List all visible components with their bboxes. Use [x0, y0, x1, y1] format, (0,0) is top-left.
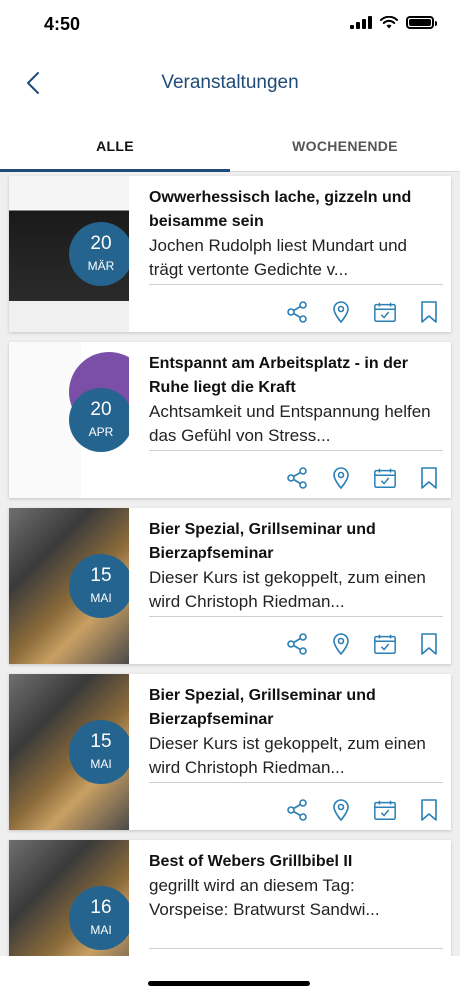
date-month: APR [88, 425, 114, 439]
divider [149, 450, 443, 451]
event-title: Entspannt am Arbeitsplatz - in der Ruhe … [149, 355, 408, 396]
date-day: 16 [90, 897, 112, 918]
location-pin-icon[interactable] [329, 466, 353, 490]
event-actions [285, 798, 441, 822]
event-image: 15 MAI [9, 508, 129, 664]
event-title: Bier Spezial, Grillseminar und Bierzapfs… [149, 687, 376, 728]
divider [149, 616, 443, 617]
home-indicator[interactable] [148, 981, 310, 986]
tab-wochenende[interactable]: WOCHENENDE [230, 116, 460, 171]
bookmark-icon[interactable] [417, 632, 441, 656]
share-icon[interactable] [285, 632, 309, 656]
calendar-icon[interactable] [373, 300, 397, 324]
signal-icon [350, 16, 372, 29]
event-description: gegrillt wird an diesem Tag: Vorspeise: … [149, 876, 380, 919]
event-description: Dieser Kurs ist gekoppelt, zum einen wir… [149, 734, 426, 777]
event-card[interactable]: 15 MAI Bier Spezial, Grillseminar und Bi… [9, 674, 451, 830]
event-description: Dieser Kurs ist gekoppelt, zum einen wir… [149, 568, 426, 611]
date-month: MAI [90, 591, 112, 605]
event-title: Bier Spezial, Grillseminar und Bierzapfs… [149, 521, 376, 562]
event-card[interactable]: 20 APR Entspannt am Arbeitsplatz - in de… [9, 342, 451, 498]
status-bar: 4:50 [0, 0, 460, 50]
bookmark-icon[interactable] [417, 798, 441, 822]
event-description: Achtsamkeit und Entspannung helfen das G… [149, 402, 431, 445]
share-icon[interactable] [285, 300, 309, 324]
date-badge: 20 APR [69, 388, 129, 452]
event-image: 20 MÄR [9, 176, 129, 332]
calendar-icon[interactable] [373, 466, 397, 490]
date-month: MAI [90, 757, 112, 771]
event-actions [285, 466, 441, 490]
location-pin-icon[interactable] [329, 300, 353, 324]
bookmark-icon[interactable] [417, 300, 441, 324]
event-card[interactable]: 15 MAI Bier Spezial, Grillseminar und Bi… [9, 508, 451, 664]
event-title: Owwerhessisch lache, gizzeln und beisamm… [149, 189, 412, 230]
navigation-bar: Veranstaltungen [0, 50, 460, 116]
event-card[interactable]: 16 MAI Best of Webers Grillbibel II gegr… [9, 840, 451, 962]
date-badge: 16 MAI [69, 886, 129, 950]
bookmark-icon[interactable] [417, 466, 441, 490]
calendar-icon[interactable] [373, 632, 397, 656]
event-card[interactable]: 20 MÄR Owwerhessisch lache, gizzeln und … [9, 176, 451, 332]
share-icon[interactable] [285, 466, 309, 490]
divider [149, 948, 443, 949]
status-time: 4:50 [44, 14, 81, 34]
tab-alle[interactable]: ALLE [0, 116, 230, 171]
battery-icon [406, 16, 437, 29]
location-pin-icon[interactable] [329, 798, 353, 822]
date-badge: 20 MÄR [69, 222, 129, 286]
divider [149, 284, 443, 285]
event-title: Best of Webers Grillbibel II [149, 853, 353, 870]
event-image: 16 MAI [9, 840, 129, 962]
tab-bar: ALLE WOCHENENDE [0, 116, 460, 172]
tab-indicator [0, 169, 230, 172]
event-actions [285, 632, 441, 656]
event-actions [285, 300, 441, 324]
event-image: 20 APR [9, 342, 129, 498]
wifi-icon [380, 16, 398, 29]
date-badge: 15 MAI [69, 554, 129, 618]
event-image: 15 MAI [9, 674, 129, 830]
event-list[interactable]: 20 MÄR Owwerhessisch lache, gizzeln und … [0, 172, 460, 962]
calendar-icon[interactable] [373, 798, 397, 822]
divider [149, 782, 443, 783]
bottom-safe-area [0, 956, 460, 996]
date-month: MAI [90, 923, 112, 937]
location-pin-icon[interactable] [329, 632, 353, 656]
date-day: 20 [90, 233, 112, 254]
share-icon[interactable] [285, 798, 309, 822]
date-day: 15 [90, 731, 112, 752]
date-day: 20 [90, 399, 112, 420]
page-title: Veranstaltungen [161, 72, 299, 93]
event-description: Jochen Rudolph liest Mundart und trägt v… [149, 236, 407, 279]
date-badge: 15 MAI [69, 720, 129, 784]
date-month: MÄR [87, 259, 115, 273]
status-icons [350, 16, 437, 29]
date-day: 15 [90, 565, 112, 586]
